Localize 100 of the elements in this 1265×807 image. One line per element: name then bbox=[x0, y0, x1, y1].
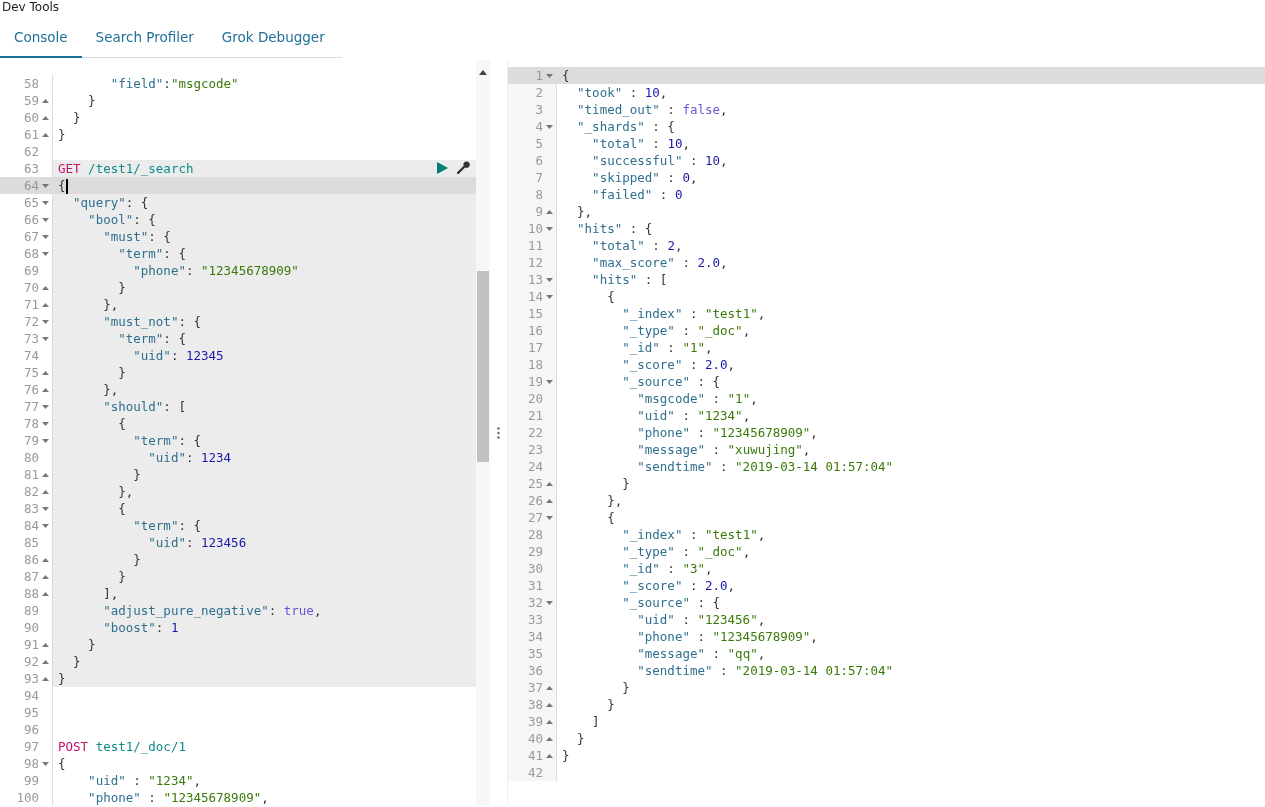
fold-icon[interactable] bbox=[546, 498, 553, 503]
code-line: } bbox=[621, 680, 630, 695]
fold-icon[interactable] bbox=[546, 719, 553, 724]
line-number: 86 bbox=[23, 551, 39, 568]
line-number: 75 bbox=[23, 364, 39, 381]
line-number: 31 bbox=[527, 577, 543, 594]
fold-icon[interactable] bbox=[42, 506, 49, 511]
line-number: 28 bbox=[527, 526, 543, 543]
fold-icon[interactable] bbox=[42, 132, 49, 137]
line-number: 42 bbox=[527, 764, 543, 781]
fold-icon[interactable] bbox=[546, 124, 553, 129]
fold-icon[interactable] bbox=[546, 294, 553, 299]
fold-icon[interactable] bbox=[42, 642, 49, 647]
fold-icon[interactable] bbox=[546, 73, 553, 78]
fold-icon[interactable] bbox=[42, 183, 49, 188]
line-number: 67 bbox=[23, 228, 39, 245]
code-line: "field":"msgcode" bbox=[109, 76, 239, 91]
play-icon[interactable] bbox=[437, 161, 448, 174]
fold-icon[interactable] bbox=[42, 387, 49, 392]
code-line: "_score" : 2.0, bbox=[621, 357, 736, 372]
fold-icon[interactable] bbox=[546, 209, 553, 214]
line-number: 68 bbox=[23, 245, 39, 262]
fold-icon[interactable] bbox=[42, 319, 49, 324]
line-number: 27 bbox=[527, 509, 543, 526]
code-line: { bbox=[58, 178, 66, 193]
code-line: "hits" : [ bbox=[591, 272, 668, 287]
fold-icon[interactable] bbox=[42, 302, 49, 307]
code-line: "hits" : { bbox=[576, 221, 653, 236]
fold-icon[interactable] bbox=[546, 753, 553, 758]
fold-icon[interactable] bbox=[42, 659, 49, 664]
code-line: } bbox=[87, 93, 96, 108]
line-number: 79 bbox=[23, 432, 39, 449]
line-number: 8 bbox=[535, 186, 543, 203]
scroll-up-icon[interactable] bbox=[479, 70, 487, 75]
line-number: 60 bbox=[23, 109, 39, 126]
code-line: "sendtime" : "2019-03-14 01:57:04" bbox=[636, 459, 894, 474]
fold-icon[interactable] bbox=[42, 421, 49, 426]
code-line: "took" : 10, bbox=[576, 85, 668, 100]
fold-icon[interactable] bbox=[42, 370, 49, 375]
line-number: 33 bbox=[527, 611, 543, 628]
fold-icon[interactable] bbox=[42, 591, 49, 596]
code-line: } bbox=[87, 637, 96, 652]
fold-icon[interactable] bbox=[42, 336, 49, 341]
fold-icon[interactable] bbox=[546, 277, 553, 282]
fold-icon[interactable] bbox=[42, 217, 49, 222]
fold-icon[interactable] bbox=[42, 676, 49, 681]
line-number: 87 bbox=[23, 568, 39, 585]
fold-icon[interactable] bbox=[546, 736, 553, 741]
code-line: "phone" : "12345678909", bbox=[636, 629, 818, 644]
tab[interactable]: Grok Debugger bbox=[207, 20, 339, 58]
line-number: 64 bbox=[23, 177, 39, 194]
fold-icon[interactable] bbox=[42, 200, 49, 205]
scrollbar-thumb[interactable] bbox=[477, 271, 489, 462]
line-number: 76 bbox=[23, 381, 39, 398]
code-line: "message" : "qq", bbox=[636, 646, 766, 661]
code-line: { bbox=[58, 756, 66, 771]
code-line: }, bbox=[606, 493, 623, 508]
fold-icon[interactable] bbox=[42, 115, 49, 120]
fold-icon[interactable] bbox=[42, 489, 49, 494]
resize-handle-icon[interactable] bbox=[497, 426, 500, 439]
fold-icon[interactable] bbox=[42, 438, 49, 443]
line-number: 12 bbox=[527, 254, 543, 271]
code-line: "_type" : "_doc", bbox=[621, 544, 751, 559]
fold-icon[interactable] bbox=[42, 761, 49, 766]
code-line: "term": { bbox=[117, 331, 186, 346]
line-number: 99 bbox=[23, 772, 39, 789]
fold-icon[interactable] bbox=[42, 234, 49, 239]
line-number: 97 bbox=[23, 738, 39, 755]
fold-icon[interactable] bbox=[546, 379, 553, 384]
wrench-icon[interactable] bbox=[457, 161, 470, 174]
fold-icon[interactable] bbox=[42, 557, 49, 562]
fold-icon[interactable] bbox=[546, 481, 553, 486]
line-number: 15 bbox=[527, 305, 543, 322]
code-line: } bbox=[72, 110, 81, 125]
fold-icon[interactable] bbox=[42, 285, 49, 290]
fold-icon[interactable] bbox=[42, 251, 49, 256]
fold-icon[interactable] bbox=[546, 515, 553, 520]
code-line: } bbox=[58, 671, 66, 686]
tab[interactable]: Search Profiler bbox=[81, 20, 208, 58]
line-number: 98 bbox=[23, 755, 39, 772]
line-number: 59 bbox=[23, 92, 39, 109]
fold-icon[interactable] bbox=[42, 472, 49, 477]
fold-icon[interactable] bbox=[546, 226, 553, 231]
fold-icon[interactable] bbox=[42, 404, 49, 409]
line-number: 58 bbox=[23, 75, 39, 92]
line-number: 11 bbox=[527, 237, 543, 254]
code-line: } bbox=[621, 476, 630, 491]
line-number: 25 bbox=[527, 475, 543, 492]
fold-icon[interactable] bbox=[546, 702, 553, 707]
fold-icon[interactable] bbox=[42, 523, 49, 528]
code-line: { bbox=[117, 501, 126, 516]
code-line: "must": { bbox=[102, 229, 171, 244]
tab[interactable]: Console bbox=[0, 20, 82, 58]
fold-icon[interactable] bbox=[546, 600, 553, 605]
code-line: "total" : 10, bbox=[591, 136, 690, 151]
fold-icon[interactable] bbox=[546, 685, 553, 690]
fold-icon[interactable] bbox=[42, 574, 49, 579]
fold-icon[interactable] bbox=[42, 98, 49, 103]
line-number: 6 bbox=[535, 152, 543, 169]
line-number: 18 bbox=[527, 356, 543, 373]
